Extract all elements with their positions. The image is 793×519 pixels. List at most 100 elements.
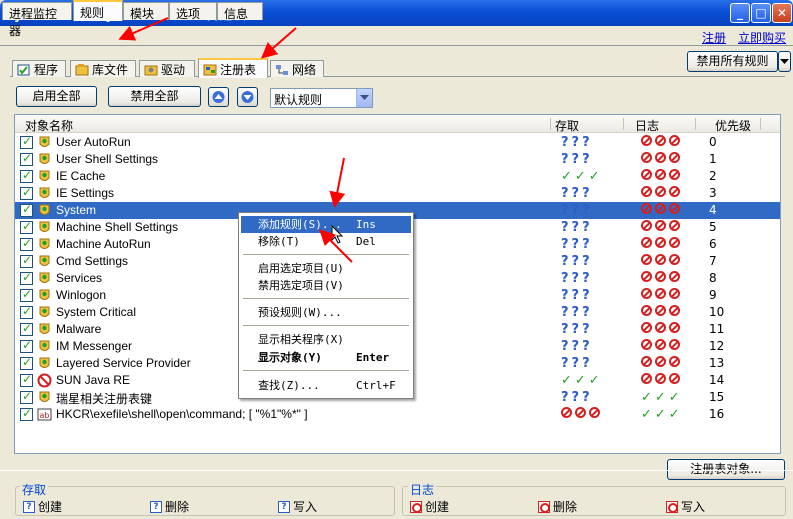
access-status[interactable]: ???: [561, 254, 593, 269]
access-status[interactable]: ???: [561, 152, 593, 167]
log-status[interactable]: [641, 152, 683, 167]
log-status[interactable]: [641, 373, 683, 388]
access-status[interactable]: ???: [561, 271, 593, 286]
access-status[interactable]: ✓✓✓: [561, 373, 603, 388]
row-checkbox[interactable]: [20, 202, 33, 217]
tab-rules[interactable]: 规则: [73, 0, 123, 21]
access-status[interactable]: ???: [561, 322, 593, 337]
rule-preset-dropdown[interactable]: [356, 89, 372, 107]
row-checkbox[interactable]: [20, 134, 33, 149]
tab-info[interactable]: 信息: [217, 2, 263, 21]
table-row[interactable]: User AutoRun??? 0: [15, 134, 780, 151]
row-checkbox[interactable]: [20, 338, 33, 353]
row-checkbox[interactable]: [20, 321, 33, 336]
log-status[interactable]: [641, 339, 683, 354]
table-row[interactable]: User Shell Settings??? 1: [15, 151, 780, 168]
access-status[interactable]: ???: [561, 390, 593, 405]
menu-item-enable-selected[interactable]: 启用选定项目(U): [241, 260, 411, 277]
column-header-access[interactable]: 存取: [555, 117, 579, 134]
move-up-button[interactable]: [208, 87, 229, 107]
log-status[interactable]: [641, 237, 683, 252]
column-header-log[interactable]: 日志: [635, 117, 659, 134]
access-status[interactable]: ???: [561, 203, 593, 218]
disable-all-rules-button[interactable]: 禁用所有规则: [687, 51, 778, 72]
close-button[interactable]: ✕: [772, 3, 792, 23]
tab-modules[interactable]: 模块: [123, 2, 169, 21]
column-divider[interactable]: [695, 118, 696, 130]
row-checkbox[interactable]: [20, 372, 33, 387]
log-status[interactable]: [641, 220, 683, 235]
access-status[interactable]: [561, 407, 603, 422]
access-status[interactable]: ???: [561, 356, 593, 371]
block-icon: [655, 322, 666, 333]
log-status[interactable]: ✓✓✓: [641, 407, 683, 422]
subtab-libraries[interactable]: 库文件: [70, 60, 136, 77]
move-down-button[interactable]: [237, 87, 258, 107]
disable-rules-dropdown-button[interactable]: [778, 51, 791, 72]
row-checkbox[interactable]: [20, 406, 33, 421]
subtab-programs[interactable]: 程序: [12, 60, 66, 77]
row-checkbox[interactable]: [20, 304, 33, 319]
row-checkbox[interactable]: [20, 355, 33, 370]
log-status[interactable]: [641, 305, 683, 320]
row-checkbox[interactable]: [20, 270, 33, 285]
menu-item-find[interactable]: 查找(Z)... Ctrl+F: [241, 377, 411, 394]
menu-item-disable-selected[interactable]: 禁用选定项目(V): [241, 277, 411, 294]
access-status[interactable]: ???: [561, 288, 593, 303]
subtab-registry[interactable]: 注册表: [198, 58, 268, 78]
row-checkbox[interactable]: [20, 287, 33, 302]
table-row[interactable]: ab HKCR\exefile\shell\open\command; [ "%1…: [15, 406, 780, 423]
block-icon: [669, 339, 680, 350]
access-status[interactable]: ???: [561, 339, 593, 354]
access-legend-group: [15, 486, 395, 516]
menu-item-remove[interactable]: 移除(T) Del: [241, 233, 411, 250]
log-status[interactable]: [641, 271, 683, 286]
access-status[interactable]: ???: [561, 186, 593, 201]
log-status[interactable]: [641, 356, 683, 371]
row-checkbox[interactable]: [20, 253, 33, 268]
row-checkbox[interactable]: [20, 389, 33, 404]
column-divider[interactable]: [760, 118, 761, 130]
block-icon: [669, 305, 680, 316]
access-status[interactable]: ???: [561, 305, 593, 320]
log-status[interactable]: [641, 203, 683, 218]
log-status[interactable]: [641, 254, 683, 269]
maximize-button[interactable]: □: [751, 3, 771, 23]
access-status[interactable]: ???: [561, 237, 593, 252]
row-priority: 13: [709, 356, 725, 370]
tab-options[interactable]: 选项: [169, 2, 217, 21]
menu-item-show-object[interactable]: 显示对象(Y) Enter: [241, 349, 411, 366]
column-divider[interactable]: [623, 118, 624, 130]
log-status[interactable]: [641, 322, 683, 337]
disable-all-button[interactable]: 禁用全部: [108, 86, 201, 107]
column-header-name[interactable]: 对象名称: [25, 117, 73, 134]
enable-all-button[interactable]: 启用全部: [16, 86, 97, 107]
register-link[interactable]: 注册: [702, 29, 726, 46]
row-checkbox[interactable]: [20, 168, 33, 183]
access-status[interactable]: ???: [561, 135, 593, 150]
table-row[interactable]: IE Cache ✓✓✓ 2: [15, 168, 780, 185]
tab-process-monitor[interactable]: 进程监控器: [2, 2, 72, 38]
row-checkbox[interactable]: [20, 151, 33, 166]
buy-now-link[interactable]: 立即购买: [738, 29, 786, 46]
rule-preset-select[interactable]: 默认规则: [270, 88, 373, 108]
log-status[interactable]: [641, 288, 683, 303]
log-status[interactable]: [641, 186, 683, 201]
subtab-drivers[interactable]: 驱动: [139, 60, 195, 77]
menu-item-add-rule[interactable]: 添加规则(S)... Ins: [241, 216, 411, 233]
row-checkbox[interactable]: [20, 219, 33, 234]
column-header-priority[interactable]: 优先级: [715, 117, 751, 134]
row-checkbox[interactable]: [20, 236, 33, 251]
access-status[interactable]: ???: [561, 220, 593, 235]
row-checkbox[interactable]: [20, 185, 33, 200]
column-divider[interactable]: [550, 118, 551, 130]
log-status[interactable]: ✓✓✓: [641, 390, 683, 405]
menu-item-show-related[interactable]: 显示相关程序(X): [241, 331, 411, 348]
minimize-button[interactable]: _: [730, 3, 750, 23]
log-status[interactable]: [641, 135, 683, 150]
access-status[interactable]: ✓✓✓: [561, 169, 603, 184]
table-row[interactable]: IE Settings??? 3: [15, 185, 780, 202]
subtab-network[interactable]: 网络: [270, 60, 324, 77]
menu-item-preset-rules[interactable]: 预设规则(W)...: [241, 304, 411, 321]
log-status[interactable]: [641, 169, 683, 184]
